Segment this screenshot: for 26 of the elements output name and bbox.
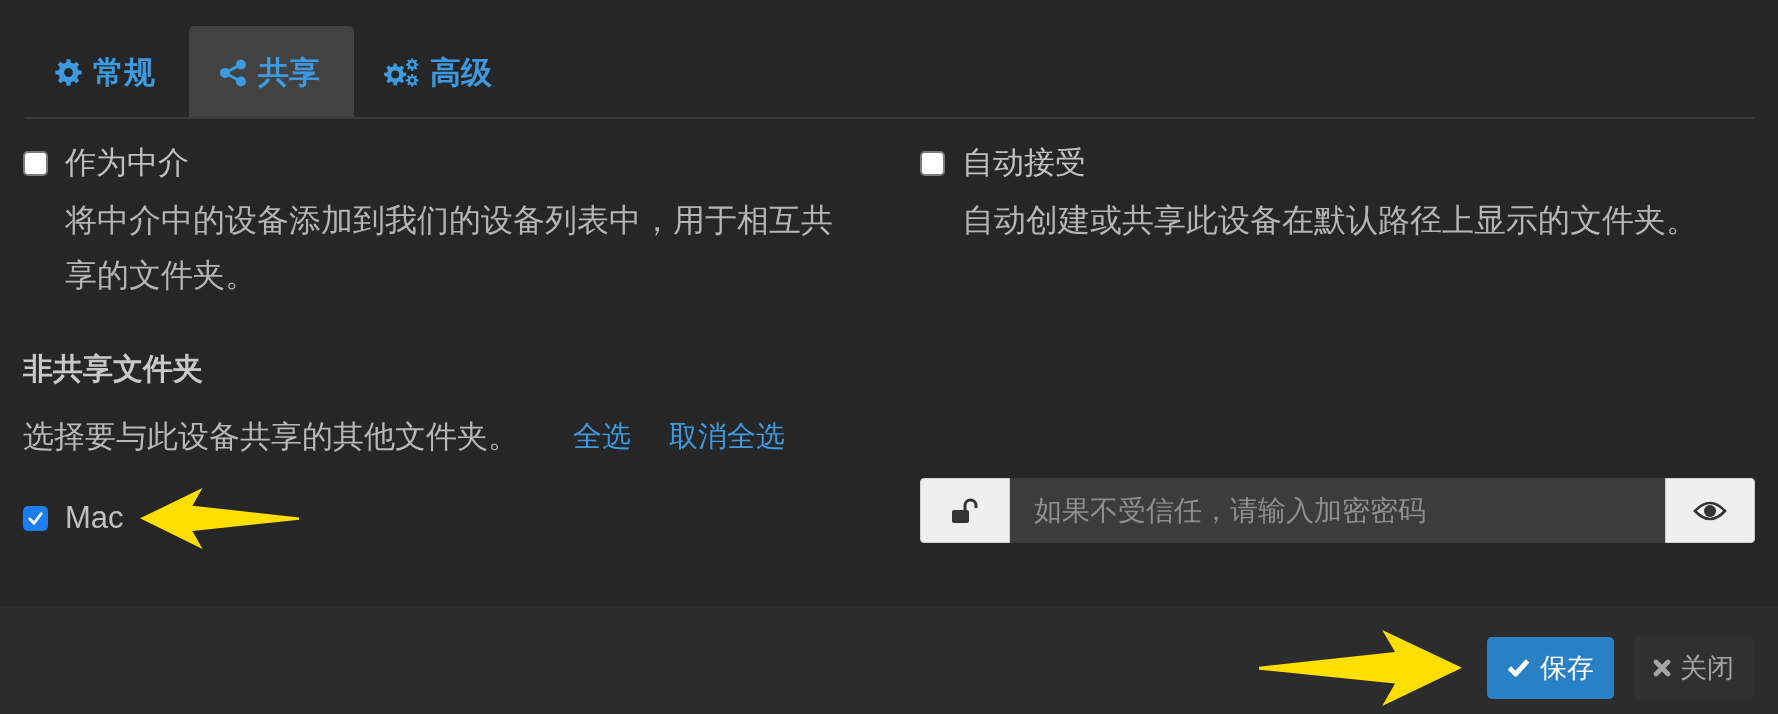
checkbox[interactable] [23,505,48,531]
option-description: 将中介中的设备添加到我们的设备列表中，用于相互共享的文件夹。 [65,201,834,295]
section-heading: 非共享文件夹 [23,351,204,387]
check-icon [1506,657,1531,678]
show-password-button[interactable] [1665,478,1755,543]
close-icon [1653,658,1671,677]
select-all-link[interactable]: 全选 [573,417,631,457]
checkbox-label: 作为中介 [65,144,189,182]
hint-text: 选择要与此设备共享的其他文件夹。 [23,418,519,456]
close-button[interactable]: 关闭 [1633,636,1755,699]
gear-icon [55,59,82,86]
checkbox-label: 自动接受 [962,144,1086,182]
save-button[interactable]: 保存 [1487,636,1614,699]
option-description: 自动创建或共享此设备在默认路径上显示的文件夹。 [962,201,1699,240]
tab[interactable]: 高级 [354,26,526,117]
padlock-icon [951,497,979,524]
deselect-all-link[interactable]: 取消全选 [669,417,785,457]
gears-icon [384,58,419,87]
checkbox-label: Mac [65,500,124,536]
checkbox[interactable] [920,150,945,176]
tab[interactable]: 常规 [25,26,189,117]
eye-icon [1693,499,1727,522]
share-icon [219,58,247,87]
tab[interactable]: 共享 [189,26,354,117]
checkbox[interactable] [23,150,48,176]
password-field[interactable]: 如果不受信任，请输入加密密码 [1010,478,1665,543]
